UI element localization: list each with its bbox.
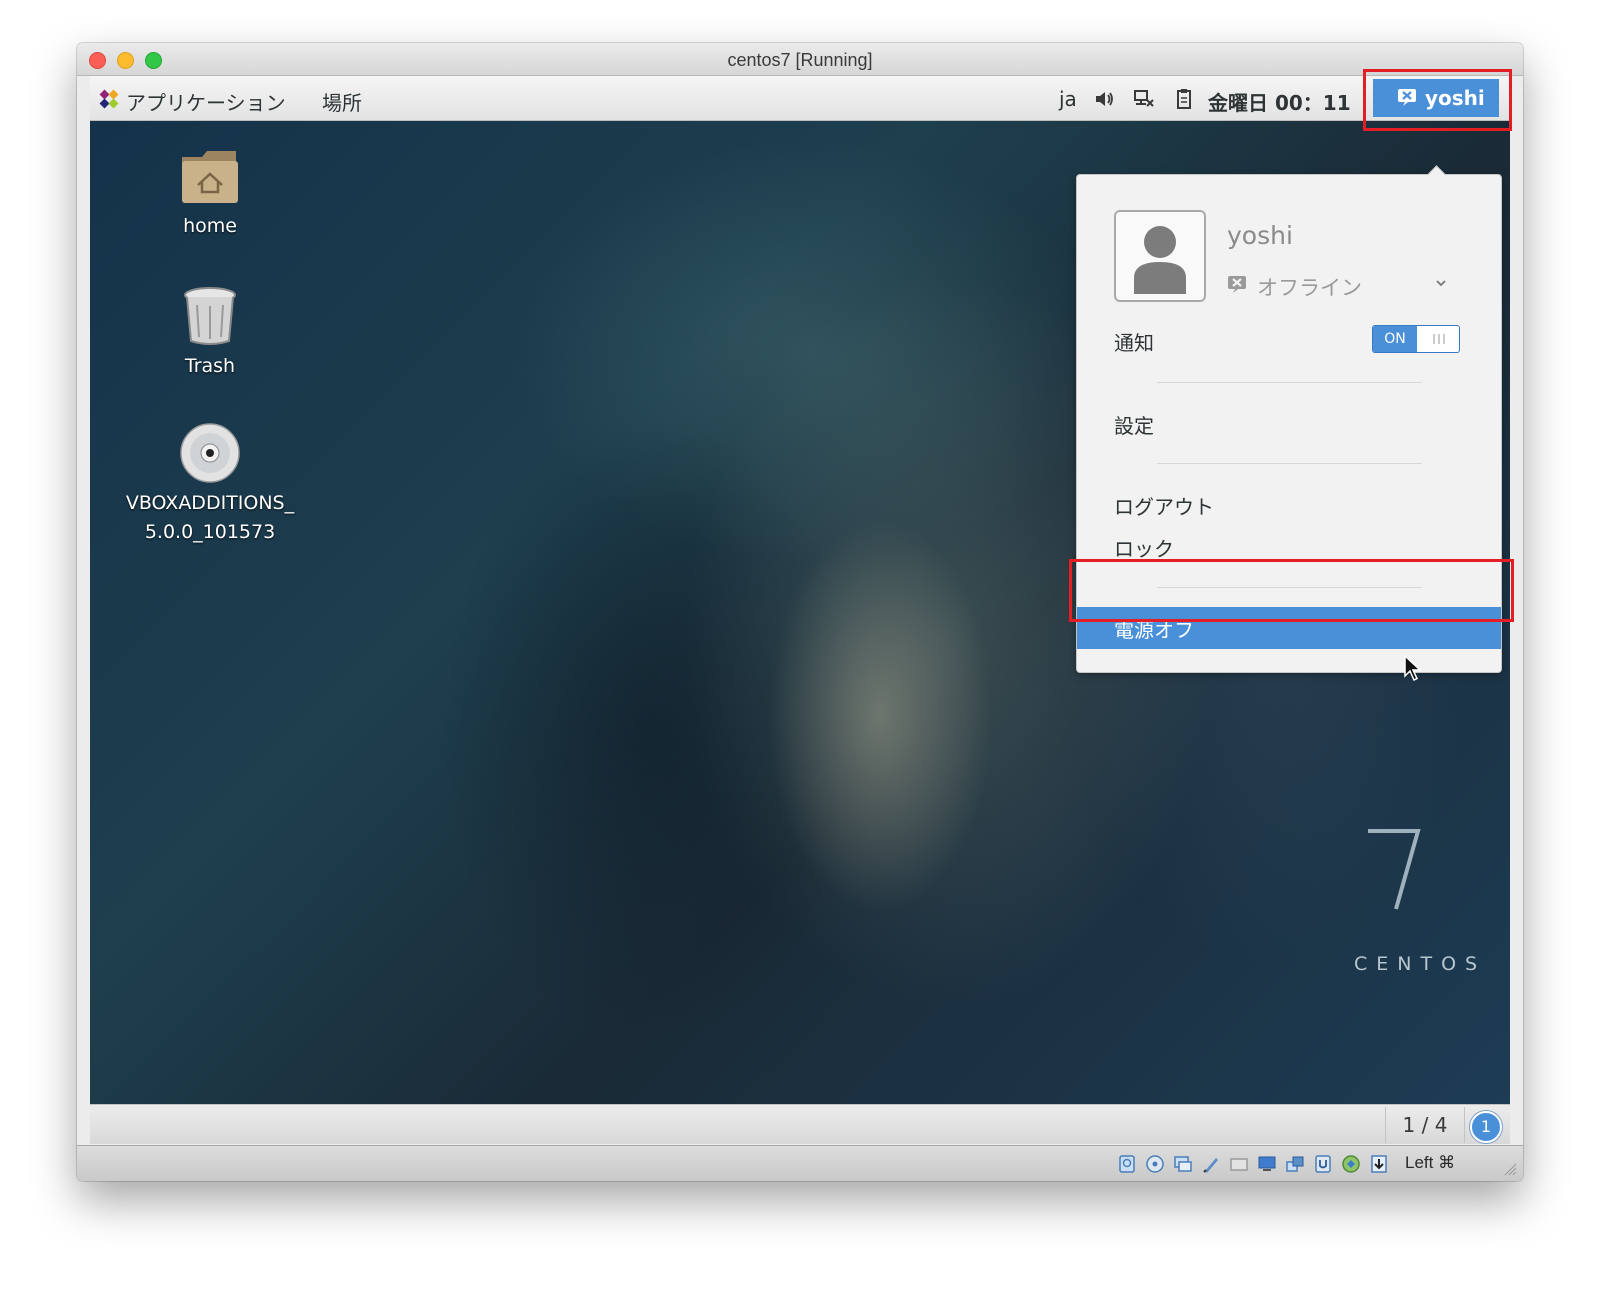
optical-drive-icon[interactable] [1145, 1154, 1165, 1174]
trash-icon [184, 287, 236, 345]
keyboard-capture-icon[interactable] [1369, 1154, 1389, 1174]
resize-grip-icon[interactable] [1501, 1160, 1517, 1176]
highlight-box-user-button [1363, 69, 1512, 131]
display-icon[interactable] [1257, 1154, 1277, 1174]
desktop-icon-label: Trash [184, 355, 236, 377]
workspace-switcher[interactable]: 1 / 4 [1385, 1107, 1465, 1143]
desktop-icon-vboxadditions[interactable]: VBOXADDITIONS_ 5.0.0_101573 [112, 422, 308, 547]
volume-icon[interactable] [1093, 88, 1115, 110]
desktop-icon-home[interactable]: home [125, 147, 295, 241]
network-adapter-icon[interactable] [1285, 1154, 1305, 1174]
shared-folders-icon[interactable] [1229, 1154, 1249, 1174]
centos-7-watermark [1368, 829, 1421, 910]
places-menu[interactable]: 場所 [322, 87, 362, 116]
toggle-on-label: ON [1373, 326, 1417, 352]
desktop-icon-label: home [183, 215, 237, 237]
applications-logo-icon [99, 89, 119, 109]
cpu-icon[interactable] [1341, 1154, 1361, 1174]
message-tray-badge[interactable]: 1 [1470, 1111, 1502, 1143]
logout-menu-item[interactable]: ログアウト [1114, 491, 1214, 520]
window-titlebar[interactable]: centos7 [Running] [77, 43, 1523, 76]
applications-menu[interactable]: アプリケーション [126, 87, 286, 116]
desktop-icon-label: 5.0.0_101573 [144, 521, 276, 543]
virtualbox-status-bar: Left ⌘ [77, 1145, 1523, 1181]
notifications-label: 通知 [1114, 331, 1154, 355]
desktop-icon-label: VBOXADDITIONS_ [125, 492, 295, 514]
desktop-icon-trash[interactable]: Trash [125, 285, 295, 381]
optical-disc-icon [180, 423, 240, 483]
menu-username: yoshi [1227, 221, 1293, 250]
menu-separator [1157, 382, 1422, 383]
clock[interactable]: 金曜日 00：11 [1208, 87, 1351, 116]
network-icon[interactable] [1133, 88, 1155, 110]
bottom-panel: 1 / 4 1 [90, 1104, 1510, 1144]
host-key-indicator: Left ⌘ [1405, 1153, 1456, 1172]
video-capture-icon[interactable] [1313, 1154, 1333, 1174]
battery-clipboard-icon[interactable] [1173, 88, 1195, 110]
centos-wordmark: CENTOS [1354, 953, 1487, 975]
audio-icon[interactable] [1173, 1154, 1193, 1174]
chevron-down-icon[interactable] [1435, 278, 1447, 288]
toggle-grip-icon [1433, 334, 1445, 344]
usb-icon[interactable] [1201, 1154, 1221, 1174]
notifications-toggle[interactable]: ON [1372, 325, 1460, 353]
input-method-indicator[interactable]: ja [1059, 87, 1077, 111]
menu-separator [1157, 463, 1422, 464]
lock-menu-item[interactable]: ロック [1114, 533, 1174, 562]
highlight-box-power-off [1069, 559, 1514, 622]
window-title: centos7 [Running] [727, 50, 873, 70]
menu-pointer [1427, 165, 1446, 184]
user-avatar-icon [1134, 226, 1186, 294]
avatar[interactable] [1114, 210, 1206, 302]
settings-menu-item[interactable]: 設定 [1114, 410, 1154, 439]
mouse-cursor-icon [1404, 654, 1421, 682]
gnome-top-bar: アプリケーション 場所 ja 金曜日 00：11 yoshi [90, 76, 1510, 121]
home-folder-icon [182, 151, 238, 203]
hard-disk-icon[interactable] [1117, 1154, 1137, 1174]
presence-status-selector[interactable]: オフライン [1257, 272, 1362, 302]
offline-status-icon [1228, 276, 1246, 293]
